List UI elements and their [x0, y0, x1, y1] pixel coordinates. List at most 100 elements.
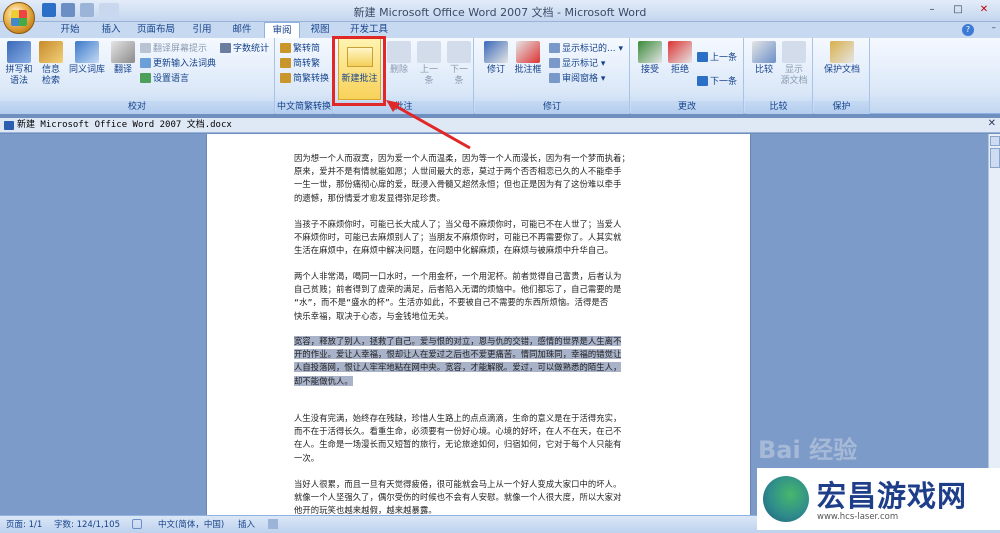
- spelling-grammar-button[interactable]: 拼写和 语法: [4, 41, 34, 87]
- office-button[interactable]: [3, 2, 35, 34]
- group-changes: 接受 拒绝 上一条 下一条 更改: [631, 38, 744, 114]
- tooltip-icon: [140, 43, 151, 53]
- research-button[interactable]: 信息 检索: [36, 41, 66, 87]
- reject-button[interactable]: 拒绝: [665, 41, 695, 76]
- group-proofing: 拼写和 语法 信息 检索 同义词库 翻译 翻译屏幕提示 更新输入法词典 设置语言…: [0, 38, 275, 114]
- title-bar: 新建 Microsoft Office Word 2007 文档 - Micro…: [0, 0, 1000, 34]
- scroll-thumb[interactable]: [990, 148, 1000, 168]
- prev-comment-icon: [417, 41, 441, 63]
- accept-icon: [638, 41, 662, 63]
- show-markup-button[interactable]: 显示标记 ▾: [549, 58, 605, 71]
- minimize-button[interactable]: –: [920, 2, 944, 17]
- update-ime-button[interactable]: 更新输入法词典: [140, 58, 216, 71]
- logo-url: www.hcs-laser.com: [817, 512, 899, 522]
- thesaurus-button[interactable]: 同义词库: [68, 41, 106, 76]
- set-language-button[interactable]: 设置语言: [140, 73, 189, 86]
- word-count-button[interactable]: 字数统计: [220, 43, 269, 56]
- ribbon-min-icon[interactable]: –: [992, 23, 997, 33]
- group-compare: 比较 显示 源文档 比较: [745, 38, 813, 114]
- compare-icon: [752, 41, 776, 63]
- office-logo-icon: [11, 10, 27, 26]
- group-label: 比较: [745, 101, 812, 114]
- paragraph-2[interactable]: 当孩子不麻烦你时，可能已长大成人了；当父母不麻烦你时，可能已不在人世了；当爱人不…: [294, 218, 698, 258]
- research-icon: [39, 41, 63, 63]
- tab-page-layout[interactable]: 页面布局: [132, 22, 180, 38]
- accept-button[interactable]: 接受: [635, 41, 665, 76]
- tab-review[interactable]: 审阅: [264, 22, 300, 39]
- simp-to-trad-button[interactable]: 简转繁: [280, 58, 320, 71]
- insert-mode-status[interactable]: 插入: [238, 518, 255, 530]
- convert-icon: [280, 73, 291, 83]
- trad-to-simp-button[interactable]: 繁转简: [280, 43, 320, 56]
- next-comment-button[interactable]: 下一 条: [444, 41, 474, 87]
- help-icon[interactable]: ?: [962, 24, 974, 36]
- update-icon: [140, 58, 151, 68]
- document-page[interactable]: 因为想一个人而寂寞，因为爱一个人而温柔，因为等一个人而漫长，因为有一个梦而执着；…: [206, 134, 751, 515]
- translate-icon: [111, 41, 135, 63]
- paragraph-4-selected[interactable]: 宽容，释放了别人，拯救了自己。爱与恨的对立，恩与仇的交错，感情的世界是人生离不开…: [294, 335, 698, 388]
- ribbon: 拼写和 语法 信息 检索 同义词库 翻译 翻译屏幕提示 更新输入法词典 设置语言…: [0, 38, 1000, 114]
- review-pane-icon: [549, 73, 560, 83]
- lock-icon: [830, 41, 854, 63]
- display-icon: [549, 43, 560, 53]
- page-indicator[interactable]: 页面: 1/1: [6, 518, 42, 530]
- window-title: 新建 Microsoft Office Word 2007 文档 - Micro…: [353, 6, 647, 19]
- word-count-icon: [220, 43, 231, 53]
- delete-comment-icon: [387, 41, 411, 63]
- document-tab-bar: 新建 Microsoft Office Word 2007 文档.docx ✕: [0, 118, 1000, 133]
- group-label: 修订: [475, 101, 629, 114]
- balloons-icon: [516, 41, 540, 63]
- balloons-button[interactable]: 批注框: [511, 41, 545, 76]
- site-logo: 宏昌游戏网 www.hcs-laser.com: [757, 468, 1000, 530]
- close-document-icon[interactable]: ✕: [988, 118, 996, 129]
- chinese-convert-button[interactable]: 简繁转换: [280, 73, 329, 86]
- prev-arrow-icon: [697, 52, 708, 62]
- word-count-status[interactable]: 字数: 124/1,105: [54, 518, 120, 530]
- translate-tooltip-button[interactable]: 翻译屏幕提示: [140, 43, 207, 56]
- show-source-button[interactable]: 显示 源文档: [779, 41, 809, 87]
- maximize-button[interactable]: □: [946, 2, 970, 17]
- next-comment-icon: [447, 41, 471, 63]
- tab-home[interactable]: 开始: [50, 22, 90, 38]
- group-label: 保护: [814, 101, 869, 114]
- group-tracking: 修订 批注框 显示标记的... ▾ 显示标记 ▾ 审阅窗格 ▾ 修订: [475, 38, 630, 114]
- tab-insert[interactable]: 插入: [93, 22, 129, 38]
- logo-icon: [763, 476, 809, 522]
- markup-icon: [549, 58, 560, 68]
- language-status[interactable]: 中文(简体，中国): [158, 518, 224, 530]
- macro-icon[interactable]: [268, 519, 278, 529]
- thesaurus-icon: [75, 41, 99, 63]
- protect-document-button[interactable]: 保护文档: [822, 41, 862, 76]
- paragraph-1[interactable]: 因为想一个人而寂寞，因为爱一个人而温柔，因为等一个人而漫长，因为有一个梦而执着；…: [294, 152, 698, 205]
- convert-icon: [280, 58, 291, 68]
- next-change-button[interactable]: 下一条: [697, 76, 737, 89]
- track-changes-icon: [484, 41, 508, 63]
- prev-comment-button[interactable]: 上一 条: [414, 41, 444, 87]
- paragraph-3[interactable]: 两个人非常渴，喝同一口水时，一个用金杯，一个用泥杯。前者觉得自己富贵，后者认为自…: [294, 270, 698, 323]
- delete-comment-button[interactable]: 删除: [384, 41, 414, 76]
- logo-text: 宏昌游戏网: [817, 479, 968, 513]
- close-button[interactable]: ✕: [972, 2, 996, 17]
- track-changes-button[interactable]: 修订: [481, 41, 511, 76]
- group-protect: 保护文档 保护: [814, 38, 870, 114]
- previous-change-button[interactable]: 上一条: [697, 52, 737, 65]
- proofing-status-icon[interactable]: [132, 519, 142, 529]
- scroll-up-icon[interactable]: [990, 136, 1000, 146]
- baidu-watermark: Bai 经验: [758, 436, 858, 464]
- ribbon-tabs: 开始 插入 页面布局 引用 邮件 审阅 视图 开发工具 ? –: [0, 22, 1000, 39]
- highlight-box: [332, 36, 386, 106]
- show-source-icon: [782, 41, 806, 63]
- group-label: 更改: [631, 101, 743, 114]
- review-pane-button[interactable]: 审阅窗格 ▾: [549, 73, 605, 86]
- spelling-icon: [7, 41, 31, 63]
- paragraph-6[interactable]: 当好人很累，而且一旦有天觉得疲倦，很可能就会马上从一个好人变成大家口中的坏人。就…: [294, 478, 698, 518]
- document-tab[interactable]: 新建 Microsoft Office Word 2007 文档.docx: [3, 119, 232, 132]
- language-icon: [140, 73, 151, 83]
- compare-button[interactable]: 比较: [749, 41, 779, 76]
- translate-button[interactable]: 翻译: [108, 41, 138, 76]
- vertical-scrollbar[interactable]: [988, 134, 1000, 515]
- tab-mailings[interactable]: 邮件: [224, 22, 260, 38]
- tab-references[interactable]: 引用: [184, 22, 220, 38]
- display-for-review-select[interactable]: 显示标记的... ▾: [549, 43, 623, 56]
- paragraph-5[interactable]: 人生没有完满，始终存在残缺，珍惜人生路上的点点滴滴，生命的意义是在于活得充实，而…: [294, 412, 698, 465]
